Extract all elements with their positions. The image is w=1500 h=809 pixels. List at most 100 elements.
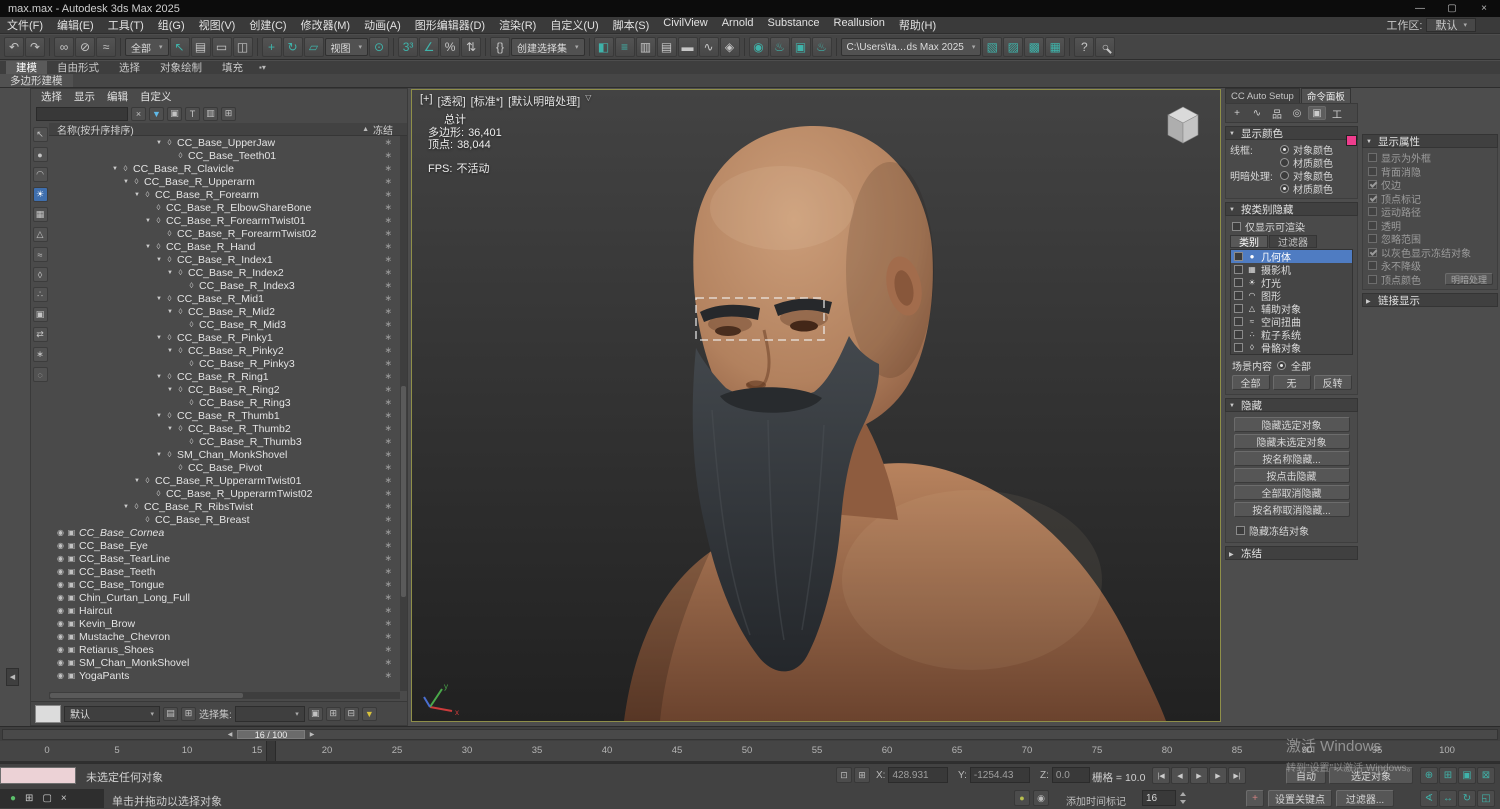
- filter-particles-icon[interactable]: ∴: [32, 287, 48, 302]
- material-editor-icon[interactable]: ◉: [748, 37, 769, 57]
- hide-unselected-button[interactable]: 隐藏未选定对象: [1233, 434, 1350, 449]
- vertex-colors-checkbox[interactable]: [1368, 274, 1377, 284]
- tree-row[interactable]: ▼ ◊ CC_Base_R_Index1 ∗: [49, 253, 400, 266]
- snap-toggle-3d-icon[interactable]: 3³: [398, 37, 419, 57]
- collapse-arrow-icon[interactable]: ▼: [165, 387, 175, 393]
- collapse-arrow-icon[interactable]: ▼: [143, 244, 153, 250]
- filter-frozen-icon[interactable]: ∗: [32, 347, 48, 362]
- eye-icon[interactable]: ◉: [55, 671, 66, 680]
- menu-views[interactable]: 视图(V): [192, 17, 243, 33]
- tree-row[interactable]: ▼ ◊ CC_Base_R_Ring2 ∗: [49, 383, 400, 396]
- use-pivot-center-icon[interactable]: ⊙: [369, 37, 390, 57]
- tree-row[interactable]: ◉ ▣ Chin_Curtan_Long_Full ∗: [49, 591, 400, 604]
- freeze-icon[interactable]: ∗: [384, 215, 392, 226]
- vertical-scrollbar[interactable]: [400, 136, 407, 691]
- freeze-icon[interactable]: ∗: [384, 397, 392, 408]
- time-slider-thumb[interactable]: 16 / 100: [237, 730, 305, 740]
- category-geometry[interactable]: ● 几何体: [1231, 250, 1352, 264]
- menu-reallusion[interactable]: Reallusion: [827, 17, 892, 33]
- scrollbar-thumb[interactable]: [50, 693, 244, 698]
- tree-row[interactable]: ▼ ◊ CC_Base_R_Ring1 ∗: [49, 370, 400, 383]
- freeze-icon[interactable]: ∗: [384, 553, 392, 564]
- viewport-general-menu[interactable]: [+]: [420, 93, 433, 109]
- create-selection-set-icon[interactable]: ▣: [307, 706, 323, 721]
- never-degrade-checkbox[interactable]: [1368, 261, 1377, 271]
- tree-row[interactable]: ◉ ▣ Haircut ∗: [49, 604, 400, 617]
- menu-help[interactable]: 帮助(H): [892, 17, 943, 33]
- zoom-extents-all-icon[interactable]: ⊠: [1477, 767, 1495, 784]
- vertex-ticks-checkbox[interactable]: [1368, 193, 1377, 203]
- menu-create[interactable]: 创建(C): [242, 17, 293, 33]
- collapse-arrow-icon[interactable]: ▼: [154, 140, 164, 146]
- select-and-scale-icon[interactable]: ▱: [303, 37, 324, 57]
- freeze-icon[interactable]: ∗: [384, 280, 392, 291]
- window-crossing-icon[interactable]: ◫: [232, 37, 253, 57]
- freeze-icon[interactable]: ∗: [384, 605, 392, 616]
- filter-cameras-icon[interactable]: ▦: [32, 207, 48, 222]
- freeze-icon[interactable]: ∗: [384, 527, 392, 538]
- select-by-name-icon[interactable]: ▤: [190, 37, 211, 57]
- add-selection-set-icon[interactable]: ⊞: [325, 706, 341, 721]
- next-frame-button[interactable]: ▶: [1209, 767, 1227, 784]
- see-through-checkbox[interactable]: [1368, 220, 1377, 230]
- x-coordinate-field[interactable]: 428.931: [888, 767, 949, 783]
- freeze-icon[interactable]: ∗: [384, 163, 392, 174]
- explorer-menu-edit[interactable]: 编辑: [101, 89, 134, 104]
- menu-tools[interactable]: 工具(T): [101, 17, 151, 33]
- menu-substance[interactable]: Substance: [761, 17, 827, 33]
- tree-row[interactable]: ▼ ◊ CC_Base_R_Pinky1 ∗: [49, 331, 400, 344]
- object-color-swatch[interactable]: [1346, 135, 1357, 146]
- helpers-checkbox[interactable]: [1234, 304, 1243, 313]
- freeze-icon[interactable]: ∗: [384, 371, 392, 382]
- ignore-extents-checkbox[interactable]: [1368, 234, 1377, 244]
- spinner-snap-icon[interactable]: ⇅: [461, 37, 482, 57]
- freeze-icon[interactable]: ∗: [384, 306, 392, 317]
- tree-row[interactable]: ◉ ▣ YogaPants ∗: [49, 669, 400, 682]
- redo-icon[interactable]: ↷: [25, 37, 45, 57]
- zoom-all-icon[interactable]: ⊞: [1439, 767, 1457, 784]
- scene-content-all-radio[interactable]: [1277, 360, 1286, 370]
- next-frame-arrow[interactable]: ▶: [307, 730, 317, 739]
- tree-row[interactable]: ◉ ▣ CC_Base_Teeth ∗: [49, 565, 400, 578]
- particle-systems-checkbox[interactable]: [1234, 330, 1243, 339]
- filter-lights-icon[interactable]: ☀: [32, 187, 48, 202]
- filter-dropdown-icon[interactable]: ▼: [149, 106, 164, 121]
- panel-tab-cc-auto-setup[interactable]: CC Auto Setup: [1225, 88, 1300, 103]
- freeze-icon[interactable]: ∗: [384, 592, 392, 603]
- tree-row[interactable]: ◊ CC_Base_R_ElbowShareBone ∗: [49, 201, 400, 214]
- shaded-material-color-radio[interactable]: [1280, 184, 1289, 193]
- add-time-tag[interactable]: 添加时间标记: [1066, 793, 1126, 808]
- freeze-icon[interactable]: ∗: [384, 189, 392, 200]
- named-selection-set-dropdown[interactable]: ▾: [234, 705, 305, 722]
- freeze-icon[interactable]: ∗: [384, 475, 392, 486]
- viewport-pov-menu[interactable]: [透视]: [438, 93, 466, 109]
- filter-bones-icon[interactable]: ◊: [32, 267, 48, 282]
- filter-geometry-icon[interactable]: ●: [32, 147, 48, 162]
- unhide-all-button[interactable]: 全部取消隐藏: [1233, 485, 1350, 500]
- freeze-icon[interactable]: ∗: [384, 267, 392, 278]
- project-path-field[interactable]: C:\Users\ta…ds Max 2025 ▾: [840, 38, 982, 56]
- collapse-arrow-icon[interactable]: ▼: [110, 166, 120, 172]
- collapse-arrow-icon[interactable]: ▼: [154, 374, 164, 380]
- viewport-layout-icon[interactable]: ▦: [1045, 37, 1066, 57]
- explorer-menu-customize[interactable]: 自定义: [134, 89, 178, 104]
- mirror-icon[interactable]: ◧: [593, 37, 614, 57]
- layer-manager-icon[interactable]: ▥: [635, 37, 656, 57]
- zoom-extents-icon[interactable]: ▣: [1458, 767, 1476, 784]
- collapse-arrow-icon[interactable]: ▼: [154, 413, 164, 419]
- freeze-icon[interactable]: ∗: [384, 566, 392, 577]
- help-icon[interactable]: ?: [1074, 37, 1095, 57]
- link-display-rollout-header[interactable]: 链接显示: [1362, 293, 1498, 307]
- viewport-style-menu[interactable]: [标准*]: [471, 93, 503, 109]
- tree-row[interactable]: ▼ ◊ CC_Base_R_ForearmTwist01 ∗: [49, 214, 400, 227]
- lock-explorer-icon[interactable]: ▣: [167, 106, 182, 121]
- name-column-header[interactable]: 名称(按升序排序): [57, 122, 134, 137]
- tree-row[interactable]: ◉ ▣ Retiarus_Shoes ∗: [49, 643, 400, 656]
- selected-objects-button[interactable]: 选定对象: [1329, 767, 1413, 784]
- ribbon-config-icon[interactable]: ▪▾: [253, 61, 272, 74]
- display-tab-icon[interactable]: ▣: [1308, 106, 1326, 120]
- freeze-icon[interactable]: ∗: [384, 241, 392, 252]
- selection-filter-dropdown[interactable]: 全部 ▾: [125, 38, 169, 56]
- collapse-arrow-icon[interactable]: ▼: [154, 257, 164, 263]
- collapse-arrow-icon[interactable]: ▼: [165, 426, 175, 432]
